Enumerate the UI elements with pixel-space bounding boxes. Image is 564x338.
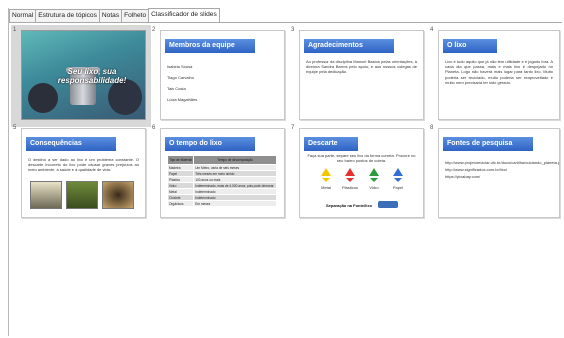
slide-thumbnail-4[interactable]: 4 O lixo Lixo é tudo aquilo que já não t… [428,25,564,127]
recycle-icon [321,168,331,182]
tab-outline[interactable]: Estrutura de tópicos [35,9,100,22]
slide-number: 3 [291,27,295,33]
slide-title: O tempo do lixo [165,137,255,151]
list-item: https://pixabay.com/ [445,174,481,179]
tab-slide-sorter[interactable]: Classificador de slides [148,8,220,22]
slide-number: 7 [291,125,295,131]
slide-preview: Agradecimentos Ao professor da disciplin… [299,30,424,120]
view-tabs: Normal Estrutura de tópicos Notas Folhet… [9,8,220,22]
table-cell: Orgânicos [166,200,195,207]
tab-notes[interactable]: Notas [98,9,123,22]
slide-footer-text: Separação na Fonte/lixo [326,203,373,208]
slide-body-text: Faça sua parte, separe seu lixo da forma… [307,153,416,164]
slide-title: Membros da equipe [165,39,255,53]
tab-normal[interactable]: Normal [9,9,37,22]
bin-label: Vidro [369,185,379,190]
slide-number: 5 [13,125,17,131]
slide-body-text: Ao professor da disciplina Manoel Bastos… [306,59,417,75]
trash-photo [102,181,134,209]
slide-title: Fontes de pesquisa [443,137,533,151]
slide-title: Agradecimentos [304,39,394,53]
recycle-icon [393,168,403,182]
list-item: http://www.projetoreciclar.ufc.br/docs/c… [445,160,560,165]
slide-thumbnail-1[interactable]: 1 Seu lixo, sua responsabilidade! [11,25,151,127]
table-header: Tempo de decomposição [193,155,277,165]
slide-number: 6 [152,125,156,131]
slide-preview: Membros da equipe Isabela Sousa Tiago Ca… [160,30,285,120]
bin-label: Plásticos [341,185,358,190]
slide-thumbnail-5[interactable]: 5 Consequências O destino a ser dado ao … [11,123,151,225]
slide-title: Consequências [26,137,116,151]
slide-title: Descarte [304,137,358,151]
slide-title: O lixo [443,39,497,53]
trash-bag-image [28,83,58,113]
list-item: Tiago Carvalho [167,75,194,80]
list-item: Lúcia Magalhães [167,97,198,102]
recycle-icon [369,168,379,182]
source-links: http://www.projetoreciclar.ufc.br/docs/c… [445,159,560,180]
table-row: Orgânicos Em meses [166,200,277,207]
slide-preview: Descarte Faça sua parte, separe seu lixo… [299,128,424,218]
logo-image [378,201,398,208]
slide-preview: O lixo Lixo é tudo aquilo que já não tem… [438,30,560,120]
slide-thumbnail-2[interactable]: 2 Membros da equipe Isabela Sousa Tiago … [150,25,290,127]
slide-number: 8 [430,125,434,131]
recycle-icon [345,168,355,182]
slide-number: 1 [13,27,17,33]
slide-thumbnail-8[interactable]: 8 Fontes de pesquisa http://www.projetor… [428,123,564,225]
list-item: Isabela Sousa [167,64,193,69]
table-cell: Em meses [193,200,277,207]
slide-sorter: 1 Seu lixo, sua responsabilidade! 2 Memb… [9,23,562,336]
decomposition-table: Tipo de Material Tempo de decomposição M… [166,155,277,207]
slide-preview: O tempo do lixo Tipo de Material Tempo d… [160,128,285,218]
trash-photo [30,181,62,209]
slide-preview: Seu lixo, sua responsabilidade! [21,30,146,120]
slide-number: 4 [430,27,434,33]
cover-title: Seu lixo, sua responsabilidade! [57,67,127,85]
member-list: Isabela Sousa Tiago Carvalho Tais Costa … [167,61,197,105]
bin-label: Papel [392,185,404,190]
bin-label: Metal [321,185,331,190]
list-item: http://www.significados.com.br/lixo/ [445,167,508,172]
slide-preview: Consequências O destino a ser dado ao li… [21,128,146,218]
trash-photo [66,181,98,209]
slide-thumbnail-3[interactable]: 3 Agradecimentos Ao professor da discipl… [289,25,429,127]
slide-preview: Fontes de pesquisa http://www.projetorec… [438,128,560,218]
slide-thumbnail-6[interactable]: 6 O tempo do lixo Tipo de Material Tempo… [150,123,290,225]
table-header: Tipo de Material [166,155,195,165]
tab-handout[interactable]: Folheto [121,9,150,22]
list-item: Tais Costa [167,86,186,91]
slide-number: 2 [152,27,156,33]
slide-thumbnail-7[interactable]: 7 Descarte Faça sua parte, separe seu li… [289,123,429,225]
slide-body-text: Lixo é tudo aquilo que já não tem utilid… [445,59,553,85]
slide-body-text: O destino a ser dado ao lixo é um proble… [28,157,139,173]
